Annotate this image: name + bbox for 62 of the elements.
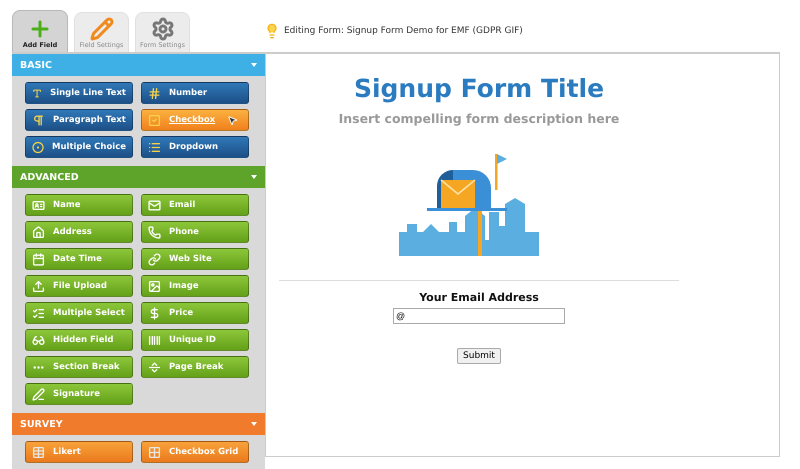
field-type-button[interactable]: Single Line Text xyxy=(25,82,133,104)
field-type-button[interactable]: Price xyxy=(141,302,249,324)
field-type-button[interactable]: Hidden Field xyxy=(25,329,133,351)
section-header[interactable]: SURVEY xyxy=(12,413,265,435)
list-icon xyxy=(148,140,161,154)
field-type-button[interactable]: Multiple Choice xyxy=(25,136,133,158)
calendar-icon xyxy=(32,252,45,266)
submit-button[interactable]: Submit xyxy=(457,348,501,364)
settings-icon xyxy=(150,17,174,41)
editing-form-title: Editing Form: Signup Form Demo for EMF (GDPR GIF) xyxy=(284,26,523,36)
field-type-button[interactable]: Number xyxy=(141,82,249,104)
id-card-icon xyxy=(32,198,45,212)
checklist-icon xyxy=(32,306,45,320)
separator-icon xyxy=(148,360,161,374)
field-type-button[interactable]: Signature xyxy=(25,383,133,405)
phone-icon xyxy=(148,226,161,238)
section-title: SURVEY xyxy=(20,418,63,430)
field-type-button[interactable]: Multiple Select xyxy=(25,302,133,324)
upload-icon xyxy=(32,280,45,292)
field-type-button[interactable]: Dropdown xyxy=(141,136,249,158)
hash-icon xyxy=(148,86,161,100)
dollar-icon xyxy=(148,306,161,320)
letters-icon xyxy=(32,86,42,100)
field-type-button[interactable]: Image xyxy=(141,275,249,297)
link-icon xyxy=(148,252,161,266)
field-type-button[interactable]: Date Time xyxy=(25,248,133,270)
barcode-icon xyxy=(148,334,161,346)
form-description: Insert compelling form description here xyxy=(338,111,620,126)
section-header[interactable]: ADVANCED xyxy=(12,166,265,188)
field-type-button[interactable]: Phone xyxy=(141,221,249,243)
envelope-icon xyxy=(148,198,161,212)
field-type-button[interactable]: Web Site xyxy=(141,248,249,270)
field-type-button[interactable]: Paragraph Text xyxy=(25,109,133,131)
field-type-button[interactable]: File Upload xyxy=(25,275,133,297)
checkbox-icon xyxy=(148,114,161,126)
field-type-button[interactable]: Address xyxy=(25,221,133,243)
caret-icon xyxy=(251,175,257,179)
pencil-icon xyxy=(90,17,114,41)
caret-icon xyxy=(251,63,257,67)
field-type-button[interactable]: Section Break xyxy=(25,356,133,378)
form-title: Signup Form Title xyxy=(354,74,604,103)
field-label: Your Email Address xyxy=(419,291,539,304)
image-icon xyxy=(148,280,161,292)
field-type-button[interactable]: Unique ID xyxy=(141,329,249,351)
field-type-button[interactable]: Checkbox xyxy=(141,109,249,131)
field-type-button[interactable]: Checkbox Grid xyxy=(141,441,249,463)
pen-icon xyxy=(32,388,45,400)
radio-icon xyxy=(32,140,44,154)
field-type-button[interactable]: Email xyxy=(141,194,249,216)
section-title: BASIC xyxy=(20,60,52,70)
field-type-button[interactable]: Page Break xyxy=(141,356,249,378)
caret-icon xyxy=(251,422,257,426)
pointer-icon xyxy=(227,115,238,126)
email-input[interactable]: @ xyxy=(393,308,565,324)
section-header[interactable]: BASIC xyxy=(12,54,265,76)
grid-icon xyxy=(148,446,161,458)
pilcrow-icon xyxy=(32,114,45,126)
section-title: ADVANCED xyxy=(20,172,79,182)
field-type-button[interactable]: Likert xyxy=(25,441,133,463)
field-type-button[interactable]: Name xyxy=(25,194,133,216)
house-icon xyxy=(32,226,45,238)
table-icon xyxy=(32,446,45,458)
